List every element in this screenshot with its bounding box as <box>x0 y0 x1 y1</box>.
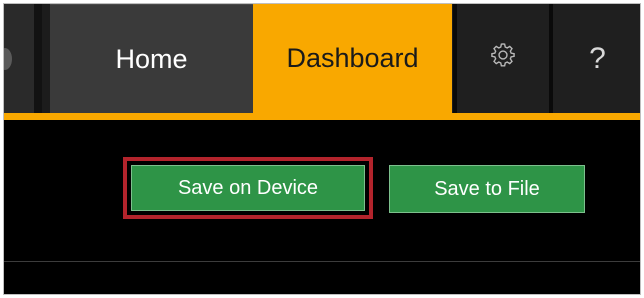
save-to-file-label: Save to File <box>434 177 540 200</box>
save-on-device-label: Save on Device <box>177 176 319 199</box>
app-window: Home Dashboard ? Save on Device Save to … <box>3 3 641 295</box>
tab-home[interactable]: Home <box>50 4 253 113</box>
tab-dashboard[interactable]: Dashboard <box>253 4 452 113</box>
action-panel: Save on Device Save to File <box>4 120 640 261</box>
tab-help[interactable]: ? <box>553 4 640 113</box>
help-label: ? <box>589 41 606 75</box>
tab-dashboard-label: Dashboard <box>286 43 419 73</box>
nav-stub-shadow <box>34 4 42 113</box>
save-on-device-button[interactable]: Save on Device <box>131 165 365 211</box>
top-navigation: Home Dashboard ? <box>4 4 640 113</box>
nav-scroll-left[interactable] <box>4 4 42 113</box>
partial-icon <box>4 48 12 70</box>
save-to-file-button[interactable]: Save to File <box>389 165 585 213</box>
active-tab-accent-bar <box>4 113 640 120</box>
bottom-area <box>4 262 640 294</box>
tab-home-label: Home <box>115 43 188 74</box>
gear-icon <box>489 41 517 76</box>
tab-settings[interactable] <box>457 4 549 113</box>
